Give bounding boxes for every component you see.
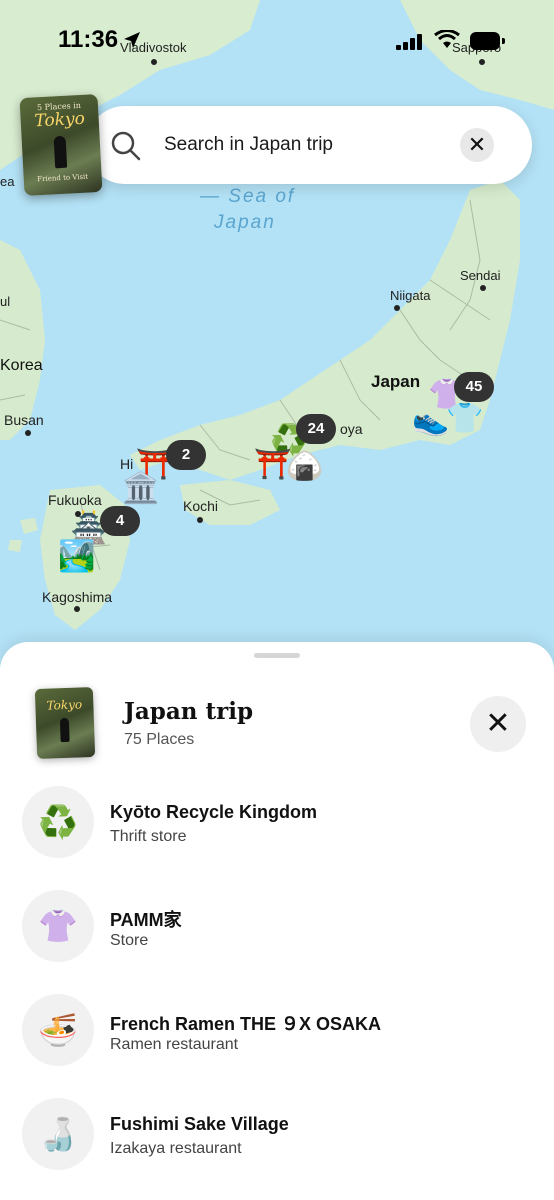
map-label-niigata: Niigata bbox=[390, 288, 431, 303]
recycle-icon: ♻️ bbox=[38, 803, 78, 841]
map-label-korea: Korea bbox=[0, 357, 43, 374]
location-arrow-icon bbox=[124, 32, 140, 48]
map-dot-busan bbox=[25, 430, 31, 436]
map-cluster-hiroshima[interactable]: ⛩️ 🏛️ 2 bbox=[120, 440, 210, 510]
cover-figure bbox=[53, 135, 68, 169]
place-icon-circle: 🍜 bbox=[22, 994, 94, 1066]
landscape-photo-icon: 🏞️ bbox=[58, 539, 96, 574]
place-name: French Ramen THE ９X OSAKA bbox=[110, 1014, 382, 1034]
place-name: PAMM家 bbox=[110, 910, 182, 930]
place-type: Ramen restaurant bbox=[110, 1036, 239, 1053]
place-name: Kyōto Recycle Kingdom bbox=[110, 802, 318, 822]
map-label-sendai: Sendai bbox=[460, 268, 501, 283]
place-type: Izakaya restaurant bbox=[110, 1140, 242, 1157]
map-label-sea-of-japan-2: Japan bbox=[214, 212, 276, 233]
sheet-drag-handle[interactable] bbox=[254, 653, 300, 658]
close-icon: ✕ bbox=[467, 132, 487, 157]
trip-cover-small: Tokyo bbox=[34, 687, 96, 759]
list-item[interactable]: 🍶 Fushimi Sake Village Izakaya restauran… bbox=[0, 1082, 554, 1186]
classical-building-icon: 🏛️ bbox=[122, 471, 160, 506]
wifi-icon bbox=[434, 30, 460, 48]
list-item[interactable]: 🍜 French Ramen THE ９X OSAKA Ramen restau… bbox=[0, 978, 554, 1082]
map-dot-niigata bbox=[394, 305, 400, 311]
search-icon bbox=[111, 131, 141, 161]
map-label-edge-ea: ea bbox=[0, 174, 15, 189]
map-dot-kagoshima bbox=[74, 606, 80, 612]
bottom-sheet[interactable]: Tokyo Japan trip 75 Places ✕ ♻️ Kyōto Re… bbox=[0, 642, 554, 1200]
ramen-bowl-icon: 🍜 bbox=[38, 1011, 78, 1049]
place-icon-circle: ♻️ bbox=[22, 786, 94, 858]
map-label-busan: Busan bbox=[4, 412, 44, 428]
map-label-nagoya: oya bbox=[340, 421, 363, 437]
battery-icon bbox=[470, 32, 505, 50]
cellular-signal-icon bbox=[396, 34, 422, 50]
map-dot-sendai bbox=[480, 285, 486, 291]
map-cluster-kyushu[interactable]: 🏯 🏞️ 4 bbox=[54, 506, 146, 582]
cluster-count-badge: 24 bbox=[296, 414, 336, 444]
status-time: 11:36 bbox=[58, 26, 119, 53]
trip-place-count: 75 Places bbox=[124, 731, 195, 748]
sake-icon: 🍶 bbox=[38, 1115, 78, 1153]
cluster-count-badge: 45 bbox=[454, 372, 494, 402]
search-input[interactable]: Search in Japan trip bbox=[164, 134, 333, 156]
cluster-count-badge: 2 bbox=[166, 440, 206, 470]
cover-figure bbox=[59, 717, 70, 743]
map-label-edge-ul: ul bbox=[0, 294, 11, 309]
tshirt-icon: 👕 bbox=[446, 401, 484, 436]
list-item[interactable]: ♻️ Kyōto Recycle Kingdom Thrift store bbox=[0, 770, 554, 874]
map-cluster-tokyo[interactable]: 👚 👕 👟 45 bbox=[410, 372, 520, 442]
map-cluster-kansai[interactable]: ♻️ ⛩️ 🍙 24 bbox=[252, 412, 342, 487]
map-label-sea-of-japan-1: — Sea of bbox=[200, 186, 296, 207]
sneaker-icon: 👟 bbox=[412, 403, 450, 438]
map-dot-kochi bbox=[197, 517, 203, 523]
cluster-count-badge: 4 bbox=[100, 506, 140, 536]
cover-line3: Friend to Visit bbox=[37, 172, 89, 184]
trip-cover-thumbnail[interactable]: 5 Places in Tokyo Friend to Visit bbox=[19, 94, 103, 196]
clear-search-button[interactable]: ✕ bbox=[460, 128, 494, 162]
place-type: Thrift store bbox=[110, 828, 187, 845]
map-label-kagoshima: Kagoshima bbox=[42, 589, 113, 605]
place-icon-circle: 👚 bbox=[22, 890, 94, 962]
close-sheet-button[interactable]: ✕ bbox=[470, 696, 526, 752]
close-icon: ✕ bbox=[485, 707, 511, 740]
place-icon-circle: 🍶 bbox=[22, 1098, 94, 1170]
place-type: Store bbox=[110, 932, 149, 949]
search-bar[interactable]: Search in Japan trip ✕ bbox=[86, 106, 532, 184]
place-name: Fushimi Sake Village bbox=[110, 1114, 289, 1134]
blouse-icon: 👚 bbox=[38, 907, 78, 945]
cover-line2: Tokyo bbox=[46, 697, 83, 713]
status-bar: 11:36 bbox=[0, 0, 554, 80]
trip-title: Japan trip bbox=[124, 698, 254, 725]
rice-ball-icon: 🍙 bbox=[286, 449, 324, 484]
list-item[interactable]: 👚 PAMM家 Store bbox=[0, 874, 554, 978]
cover-line2: Tokyo bbox=[33, 108, 86, 132]
